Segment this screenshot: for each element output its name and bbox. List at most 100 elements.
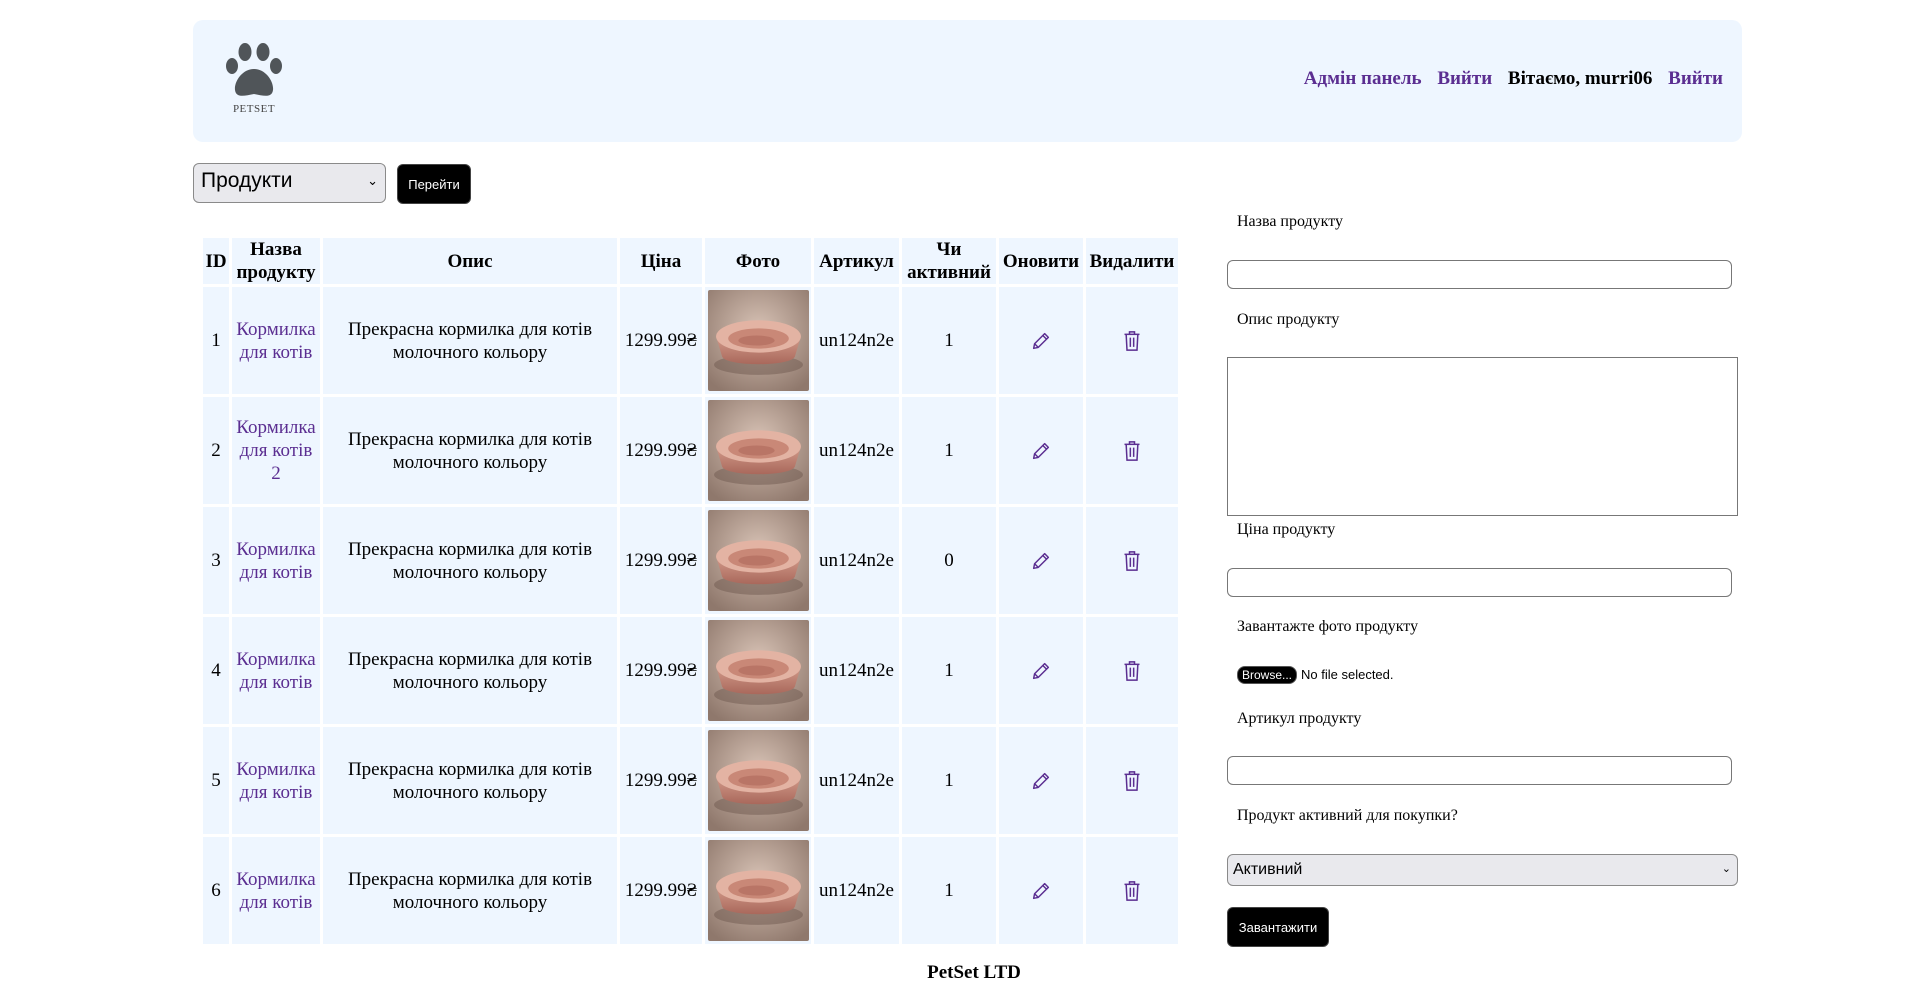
active-label: Продукт активний для покупки? [1237,807,1458,824]
products-table-body: 1 Кормилка для котів Прекрасна кормилка … [203,287,1178,944]
product-id: 3 [203,507,229,614]
top-nav: Адмін панель Вийти Вітаємо, murri06 Вийт… [1293,68,1723,90]
product-name-link[interactable]: Кормилка для котів 2 [236,417,316,484]
product-name-link[interactable]: Кормилка для котів [236,649,316,693]
product-photo [707,400,809,501]
product-sku: un124n2e [814,397,899,504]
footer-text: PetSet LTD [927,962,1021,983]
header-name: Назва продукту [232,238,320,284]
product-active: 1 [902,617,996,724]
product-sku: un124n2e [814,837,899,944]
product-active: 1 [902,837,996,944]
table-row: 6 Кормилка для котів Прекрасна кормилка … [203,837,1178,944]
product-description: Прекрасна кормилка для котів молочного к… [323,287,617,394]
pencil-icon[interactable] [1030,550,1052,572]
product-active: 1 [902,287,996,394]
product-id: 5 [203,727,229,834]
product-price: 1299.99₴ [620,617,702,724]
section-select[interactable]: Продукти ⌄ [193,163,386,203]
sku-label: Артикул продукту [1237,710,1362,727]
browse-button[interactable]: Browse... [1237,666,1298,684]
product-id: 2 [203,397,229,504]
product-name-link[interactable]: Кормилка для котів [236,319,316,363]
header-id: ID [203,238,229,284]
product-sku: un124n2e [814,727,899,834]
table-header-row: ID Назва продукту Опис Ціна Фото Артикул… [203,238,1178,284]
table-row: 3 Кормилка для котів Прекрасна кормилка … [203,507,1178,614]
trash-icon[interactable] [1122,880,1142,902]
product-name-link[interactable]: Кормилка для котів [236,759,316,803]
site-logo[interactable]: PETSET [219,42,289,115]
pencil-icon[interactable] [1030,440,1052,462]
product-price: 1299.99₴ [620,727,702,834]
product-name-input[interactable] [1227,260,1732,289]
product-name-link[interactable]: Кормилка для котів [236,869,316,913]
trash-icon[interactable] [1122,770,1142,792]
product-photo [707,510,809,611]
header-active: Чи активний [902,238,996,284]
table-row: 2 Кормилка для котів 2 Прекрасна кормилк… [203,397,1178,504]
trash-icon[interactable] [1122,440,1142,462]
header-price: Ціна [620,238,702,284]
trash-icon[interactable] [1122,330,1142,352]
pencil-icon[interactable] [1030,660,1052,682]
upload-button[interactable]: Завантажити [1227,907,1329,947]
product-photo [707,290,809,391]
product-active: 0 [902,507,996,614]
product-description: Прекрасна кормилка для котів молочного к… [323,727,617,834]
product-sku: un124n2e [814,287,899,394]
header-update: Оновити [999,238,1083,284]
section-selector: Продукти ⌄ Перейти [193,163,471,204]
product-id: 1 [203,287,229,394]
product-id: 6 [203,837,229,944]
logout-link[interactable]: Вийти [1437,68,1492,89]
product-description-textarea[interactable] [1227,357,1738,516]
chevron-down-icon: ⌄ [367,173,378,188]
header-description: Опис [323,238,617,284]
product-id: 4 [203,617,229,724]
section-select-value: Продукти [201,169,293,192]
product-photo [707,620,809,721]
file-status: No file selected. [1301,667,1394,682]
product-price: 1299.99₴ [620,397,702,504]
product-description: Прекрасна кормилка для котів молочного к… [323,617,617,724]
product-photo [707,840,809,941]
logout-link-2[interactable]: Вийти [1668,68,1723,89]
product-sku: un124n2e [814,507,899,614]
price-label: Ціна продукту [1237,521,1336,538]
table-row: 4 Кормилка для котів Прекрасна кормилка … [203,617,1178,724]
active-status-select[interactable]: Активний ⌄ [1227,854,1738,886]
table-row: 1 Кормилка для котів Прекрасна кормилка … [203,287,1178,394]
product-price: 1299.99₴ [620,287,702,394]
product-active: 1 [902,397,996,504]
product-name-link[interactable]: Кормилка для котів [236,539,316,583]
admin-panel-link[interactable]: Адмін панель [1304,68,1422,89]
product-price-input[interactable] [1227,568,1732,597]
table-row: 5 Кормилка для котів Прекрасна кормилка … [203,727,1178,834]
active-status-value: Активний [1233,861,1303,878]
site-header: PETSET Адмін панель Вийти Вітаємо, murri… [193,20,1742,142]
product-description: Прекрасна кормилка для котів молочного к… [323,397,617,504]
greeting-text: Вітаємо, murri06 [1507,68,1653,89]
products-table: ID Назва продукту Опис Ціна Фото Артикул… [200,235,1181,947]
trash-icon[interactable] [1122,550,1142,572]
product-description: Прекрасна кормилка для котів молочного к… [323,507,617,614]
chevron-down-icon: ⌄ [1721,863,1731,875]
product-photo [707,730,809,831]
pencil-icon[interactable] [1030,330,1052,352]
logo-text: PETSET [232,103,276,115]
header-sku: Артикул [814,238,899,284]
product-sku-input[interactable] [1227,756,1732,785]
pencil-icon[interactable] [1030,770,1052,792]
photo-file-input: Browse... No file selected. [1237,666,1394,684]
go-button[interactable]: Перейти [397,164,471,204]
pencil-icon[interactable] [1030,880,1052,902]
product-price: 1299.99₴ [620,837,702,944]
product-active: 1 [902,727,996,834]
photo-label: Завантажте фото продукту [1237,618,1419,635]
description-label: Опис продукту [1237,311,1340,328]
product-price: 1299.99₴ [620,507,702,614]
header-photo: Фото [705,238,811,284]
trash-icon[interactable] [1122,660,1142,682]
header-delete: Видалити [1086,238,1178,284]
